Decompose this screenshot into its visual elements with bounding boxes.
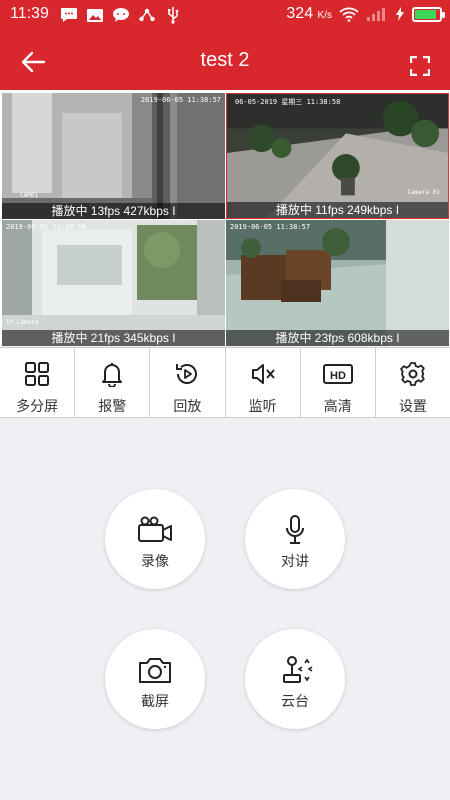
status-bar: 11:39 324 K/s	[0, 0, 450, 32]
camera-stats: 播放中 21fps 345kbps I	[2, 330, 225, 346]
tool-listen[interactable]: 监听	[226, 348, 301, 417]
signal-icon	[367, 8, 385, 21]
wifi-icon	[339, 7, 359, 22]
camera-osd-time: 2019-06-05 11:38:57	[230, 223, 311, 231]
joystick-icon	[283, 656, 313, 683]
tool-hd[interactable]: HD 高清	[301, 348, 376, 417]
tool-alarm[interactable]: 报警	[75, 348, 151, 417]
tool-label: 回放	[173, 398, 202, 414]
chat-icon	[112, 6, 130, 24]
video-grid: 2019-06-05 11:38:57 CAM01 播放中 13fps 427k…	[0, 90, 450, 346]
record-button[interactable]: 录像	[105, 489, 205, 589]
fullscreen-icon[interactable]	[410, 56, 430, 76]
page-title: test 2	[200, 49, 250, 71]
message-bubble-icon	[60, 6, 78, 24]
camera-view-4[interactable]: 2019-06-05 11:38:57 播放中 23fps 608kbps I	[226, 220, 449, 346]
camera-osd-time: 2019-06-05 11:38:57	[140, 96, 221, 104]
bell-icon	[102, 363, 123, 387]
camera-osd-name: CAM01	[20, 192, 39, 199]
camera-feed-image	[2, 93, 225, 219]
tool-label: 报警	[98, 398, 127, 414]
replay-icon	[176, 364, 198, 384]
snapshot-button[interactable]: 截屏	[105, 629, 205, 729]
notification-icons	[60, 6, 182, 24]
talk-label: 对讲	[281, 553, 309, 569]
video-camera-icon	[138, 516, 172, 542]
ptz-button[interactable]: 云台	[245, 629, 345, 729]
status-time: 11:39	[10, 5, 49, 22]
tool-label: 高清	[323, 398, 352, 414]
tool-playback[interactable]: 回放	[150, 348, 226, 417]
camera-stats: 播放中 23fps 608kbps I	[226, 330, 449, 346]
charging-icon	[396, 7, 404, 21]
tool-label: 多分屏	[16, 398, 59, 414]
camera-stats: 播放中 11fps 249kbps I	[227, 202, 448, 218]
app-header: test 2	[0, 32, 450, 90]
camera-feed-image	[227, 94, 448, 218]
camera-stats: 播放中 13fps 427kbps I	[2, 203, 225, 219]
tool-label: 监听	[248, 398, 277, 414]
usb-icon	[164, 6, 182, 24]
microphone-icon	[286, 515, 304, 544]
camera-icon	[139, 658, 171, 683]
tool-multi-screen[interactable]: 多分屏	[0, 348, 76, 417]
camera-osd-name: IP Camera	[6, 319, 39, 326]
camera-osd-time: 06-05-2019 星期三 11:38:58	[235, 98, 341, 106]
battery-icon	[412, 6, 445, 22]
tool-settings[interactable]: 设置	[376, 348, 450, 417]
tool-label: 设置	[398, 398, 427, 414]
camera-feed-image	[2, 220, 225, 346]
hd-icon: HD	[322, 364, 353, 384]
ptz-label: 云台	[281, 693, 309, 709]
share-icon	[138, 6, 156, 24]
camera-view-3[interactable]: 2019-06-05 11:38:58 IP Camera 播放中 21fps …	[2, 220, 225, 346]
gear-icon	[400, 362, 425, 386]
camera-osd-name: Camera 01	[407, 189, 440, 196]
grid-icon	[25, 362, 50, 386]
record-label: 录像	[141, 553, 169, 569]
network-speed: 324 K/s	[286, 5, 332, 22]
image-icon	[86, 6, 104, 24]
camera-feed-image	[226, 220, 449, 346]
speaker-mute-icon	[251, 364, 275, 384]
camera-view-1[interactable]: 2019-06-05 11:38:57 CAM01 播放中 13fps 427k…	[2, 93, 225, 219]
snapshot-label: 截屏	[141, 693, 169, 709]
status-right: 324 K/s	[286, 5, 445, 23]
svg-text:HD: HD	[330, 370, 346, 382]
talk-button[interactable]: 对讲	[245, 489, 345, 589]
camera-view-2[interactable]: 06-05-2019 星期三 11:38:58 Camera 01 播放中 11…	[226, 93, 449, 219]
control-toolbar: 多分屏 报警 回放 监听 HD 高清 设置	[0, 347, 450, 418]
camera-osd-time: 2019-06-05 11:38:58	[6, 223, 87, 231]
